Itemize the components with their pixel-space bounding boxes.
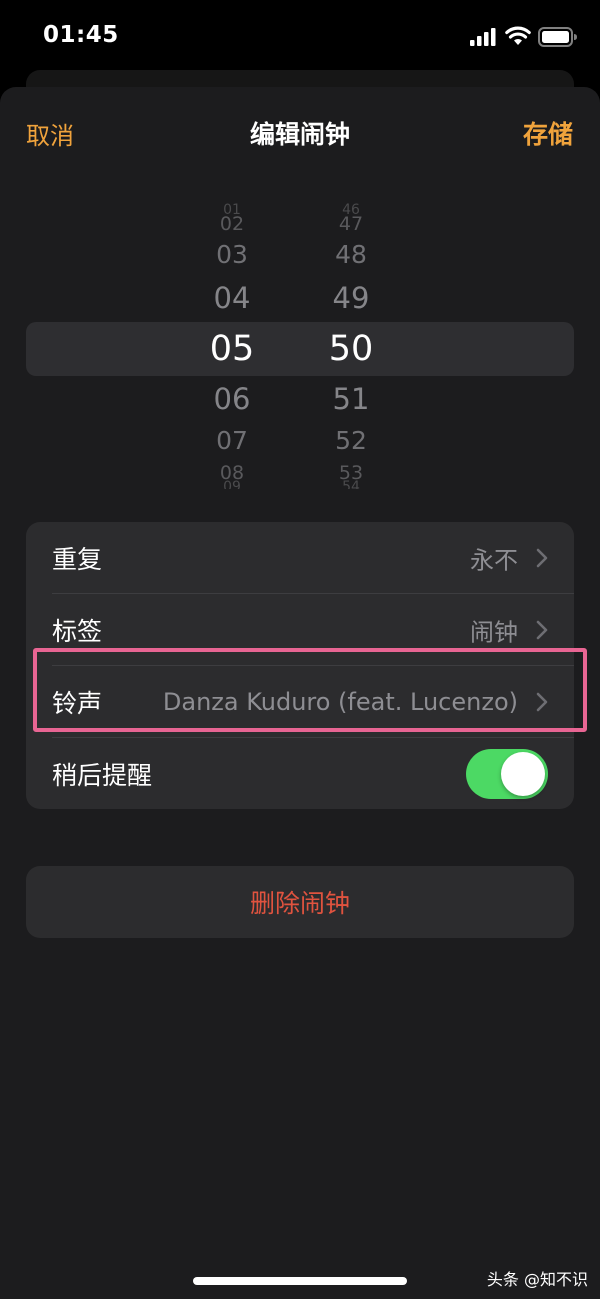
repeat-row[interactable]: 重复 永不 — [26, 522, 574, 594]
minute-picker-item: 47 — [338, 213, 364, 235]
label-label: 标签 — [52, 617, 103, 646]
picker-selection-highlight — [26, 322, 574, 376]
status-bar: 01:45 — [0, 0, 600, 70]
battery-icon — [538, 27, 577, 47]
minute-picker-item: 52 — [335, 426, 367, 455]
minute-picker-selected: 50 — [328, 329, 374, 369]
watermark: 头条 @知不识 — [486, 1270, 588, 1289]
snooze-label: 稍后提醒 — [52, 760, 153, 790]
hour-picker-item: 07 — [216, 426, 248, 455]
hour-picker-item: 09 — [223, 480, 241, 489]
hour-picker-item: 04 — [213, 281, 251, 315]
highlight-annotation-box — [33, 648, 587, 732]
repeat-label: 重复 — [52, 545, 103, 574]
hour-picker-item: 06 — [213, 382, 251, 416]
home-indicator — [193, 1277, 407, 1285]
save-button[interactable]: 存储 — [523, 115, 573, 151]
hour-picker-selected: 05 — [209, 329, 255, 369]
toggle-knob — [501, 751, 545, 796]
cellular-signal-icon — [470, 28, 496, 46]
minute-picker-item: 51 — [332, 382, 370, 416]
wifi-icon — [505, 26, 531, 45]
label-value: 闹钟 — [470, 618, 518, 647]
chevron-right-icon — [536, 620, 548, 640]
hour-picker-item: 03 — [216, 240, 248, 269]
snooze-toggle[interactable] — [466, 748, 548, 799]
status-time: 01:45 — [43, 22, 119, 48]
page-title: 编辑闹钟 — [249, 120, 350, 149]
delete-alarm-button[interactable]: 删除闹钟 — [26, 866, 574, 938]
minute-picker-item: 49 — [332, 281, 370, 315]
minute-picker-item: 54 — [342, 480, 360, 489]
repeat-value: 永不 — [470, 546, 518, 575]
delete-alarm-label: 删除闹钟 — [249, 889, 350, 918]
snooze-row: 稍后提醒 — [26, 738, 574, 809]
hour-picker-item: 02 — [219, 213, 245, 235]
minute-picker-item: 48 — [335, 240, 367, 269]
chevron-right-icon — [536, 548, 548, 568]
